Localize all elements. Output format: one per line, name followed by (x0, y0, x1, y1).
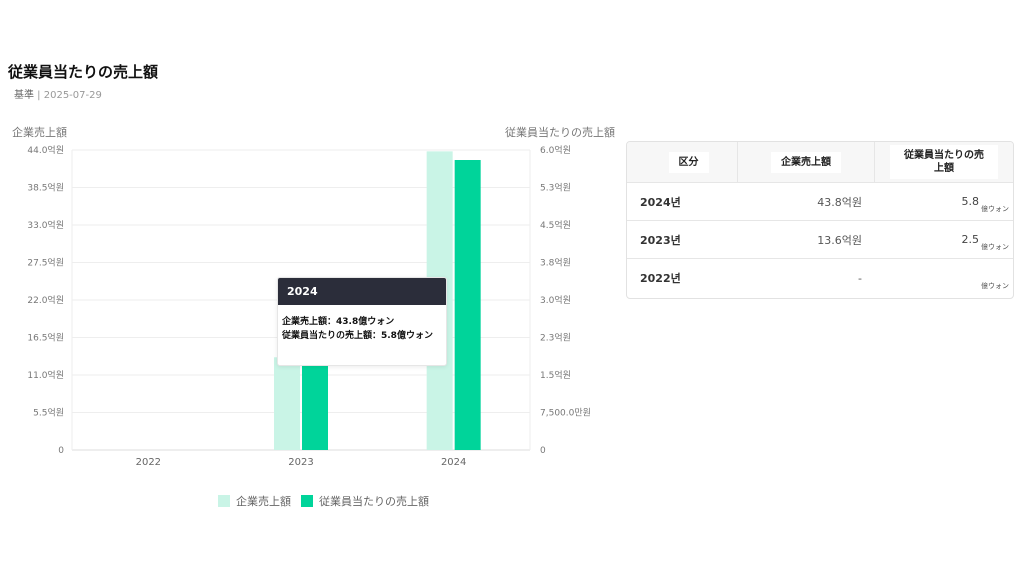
table-row: 2024년 43.8억원 5.8 億ウォン (627, 183, 1013, 221)
tooltip-title: 2024 (278, 278, 446, 305)
table-header-cell: 従業員当たりの売上額 (875, 142, 1013, 182)
x-tick-label: 2022 (136, 457, 161, 468)
left-tick-label: 44.0억원 (27, 144, 64, 156)
legend-item-per-employee[interactable]: 従業員当たりの売上額 (301, 493, 429, 509)
right-tick-label: 0 (540, 446, 546, 456)
table-cell-unit: 億ウォン (981, 205, 1009, 213)
left-tick-label: 5.5억원 (33, 407, 64, 419)
table-cell-per-employee: 2.5 (961, 233, 980, 246)
right-tick-label: 3.8억원 (540, 257, 571, 269)
x-tick-label: 2024 (441, 457, 466, 468)
table-cell-per-employee: 5.8 (961, 195, 980, 208)
left-tick-label: 27.5억원 (27, 257, 64, 269)
legend-swatch-per-employee (301, 495, 313, 507)
bar-per-employee (454, 160, 481, 450)
table-cell-unit: 億ウォン (981, 282, 1009, 290)
tooltip-line-per-employee: 従業員当たりの売上額：5.8億ウォン (282, 331, 433, 341)
table-row: 2022년 - 億ウォン (627, 259, 1013, 297)
right-axis-ticks: 0 7,500.0만원 1.5억원 2.3억원 3.0억원 3.8억원 4.5억원 5.3억원… (540, 144, 591, 456)
legend-swatch-revenue (218, 495, 230, 507)
chart-legend: 企業売上額 従業員当たりの売上額 (218, 493, 429, 509)
table-cell-revenue: 13.6억원 (817, 233, 862, 247)
table-header-revenue: 企業売上額 (771, 151, 841, 173)
table-header-cell: 企業売上額 (738, 142, 875, 182)
table-cell-year: 2023년 (640, 233, 681, 247)
table-header-row: 区分 企業売上額 従業員当たりの売上額 (627, 142, 1013, 183)
right-tick-label: 7,500.0만원 (540, 408, 591, 419)
left-tick-label: 22.0억원 (27, 294, 64, 306)
legend-label-per-employee: 従業員当たりの売上額 (319, 495, 429, 508)
x-tick-label: 2023 (288, 457, 313, 468)
right-tick-label: 2.3억원 (540, 332, 571, 344)
left-axis-ticks: 0 5.5억원 11.0억원 16.5억원 22.0억원 27.5억원 33.0억원 38.5… (27, 144, 64, 456)
table-cell-revenue: 43.8억원 (817, 195, 862, 209)
right-tick-label: 5.3억원 (540, 182, 571, 194)
left-tick-label: 0 (58, 446, 64, 456)
right-tick-label: 1.5억원 (540, 369, 571, 381)
table-header-per-employee: 従業員当たりの売上額 (890, 145, 998, 179)
left-tick-label: 33.0억원 (27, 219, 64, 231)
x-axis-ticks: 2022 2023 2024 (136, 457, 467, 468)
legend-item-revenue[interactable]: 企業売上額 (218, 493, 291, 509)
bar-revenue (274, 357, 300, 450)
table-row: 2023년 13.6억원 2.5 億ウォン (627, 221, 1013, 259)
table-header-category: 区分 (668, 151, 709, 173)
chart-tooltip: 2024 企業売上額：43.8億ウォン 従業員当たりの売上額：5.8億ウォン (277, 277, 447, 366)
tooltip-line-revenue: 企業売上額：43.8億ウォン (282, 317, 395, 327)
left-tick-label: 16.5억원 (27, 332, 64, 344)
table-cell-year: 2022년 (640, 272, 681, 285)
left-tick-label: 38.5억원 (27, 182, 64, 194)
table-cell-year: 2024년 (640, 195, 681, 209)
legend-label-revenue: 企業売上額 (236, 495, 291, 508)
table-cell-revenue: - (858, 271, 862, 285)
left-tick-label: 11.0억원 (27, 369, 64, 381)
right-tick-label: 6.0억원 (540, 144, 571, 156)
table-cell-unit: 億ウォン (981, 243, 1009, 251)
right-tick-label: 3.0억원 (540, 294, 571, 306)
data-table: 区分 企業売上額 従業員当たりの売上額 2024년 43.8억원 5.8 億ウォン… (626, 141, 1014, 299)
right-tick-label: 4.5억원 (540, 219, 571, 231)
table-header-cell: 区分 (627, 142, 738, 182)
